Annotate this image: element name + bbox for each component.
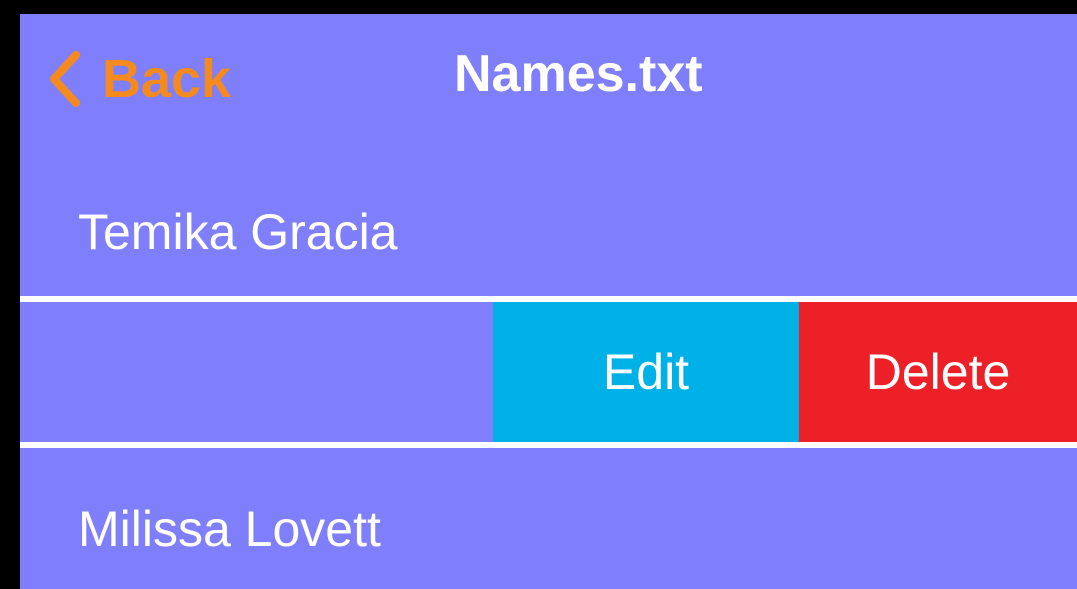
- screen-edge: [0, 0, 20, 589]
- edit-button-label: Edit: [602, 344, 690, 400]
- chevron-left-icon: [50, 51, 80, 107]
- list-item[interactable]: Temika Gracia: [20, 169, 1077, 297]
- delete-button-label: Delete: [865, 344, 1011, 400]
- edit-button[interactable]: Edit: [493, 302, 799, 442]
- list-item[interactable]: Milissa Lovett: [20, 448, 1077, 589]
- delete-button[interactable]: Delete: [799, 302, 1077, 442]
- back-button[interactable]: Back: [48, 46, 231, 112]
- page-title: Names.txt: [454, 45, 703, 103]
- names-list-screen: Back Names.txt Temika Gracia Edit Delete…: [20, 14, 1077, 589]
- list-item-label: Milissa Lovett: [78, 501, 381, 557]
- navigation-bar: Back Names.txt: [20, 14, 1077, 144]
- back-label: Back: [102, 49, 232, 109]
- list-item-swiped[interactable]: Edit Delete: [20, 302, 1077, 442]
- list-item-label: Temika Gracia: [78, 204, 398, 260]
